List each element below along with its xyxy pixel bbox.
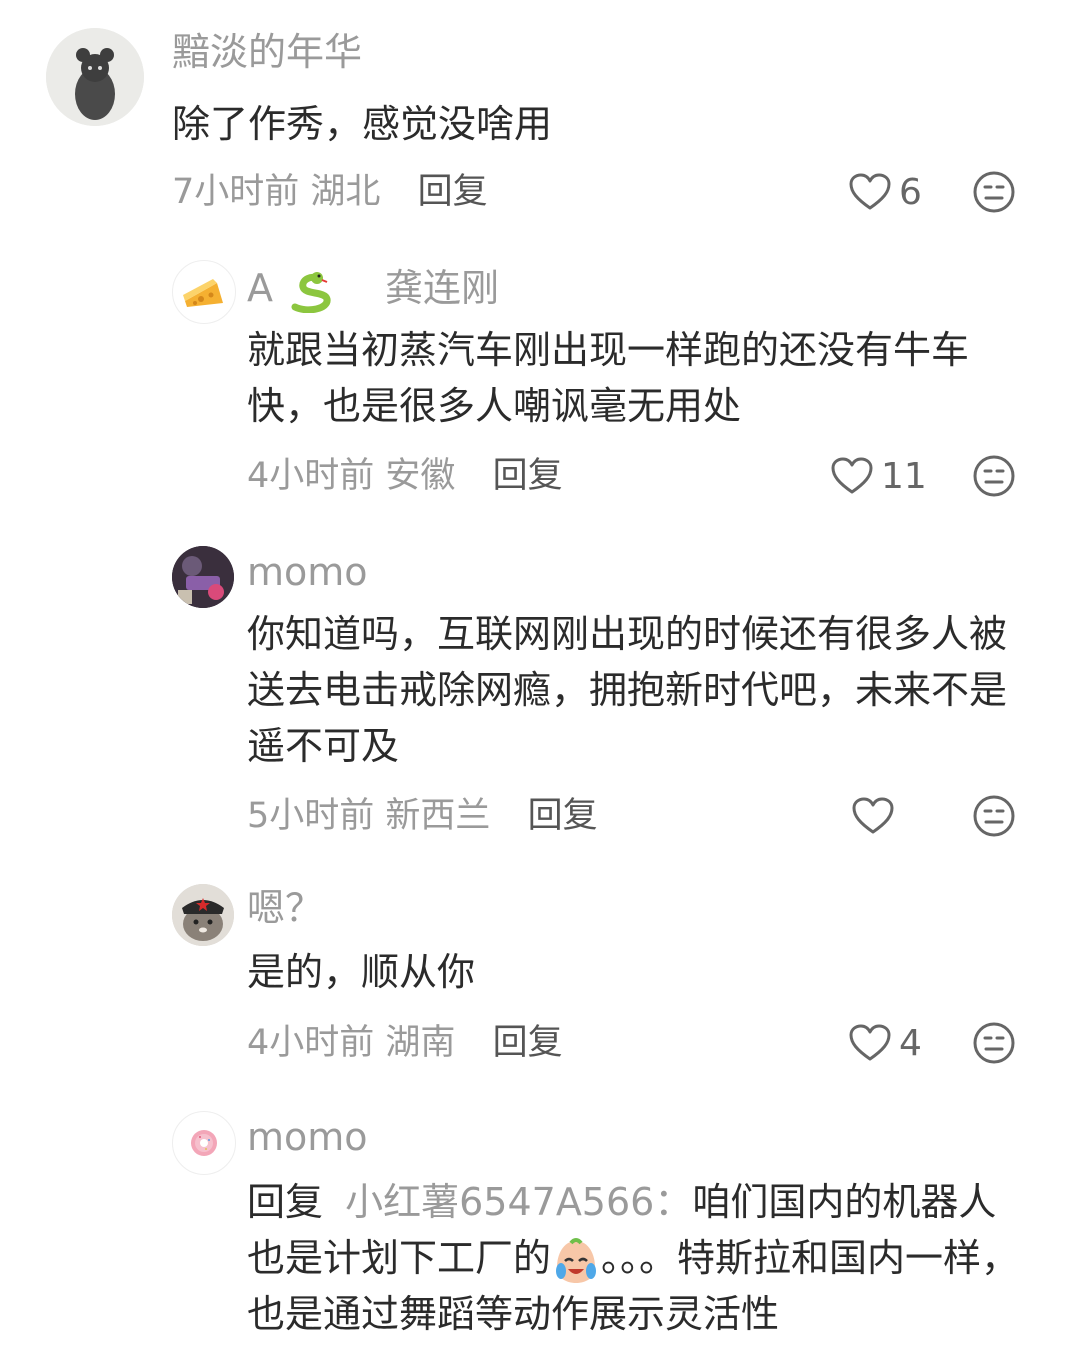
comment-time: 5小时前 bbox=[247, 796, 375, 836]
comment-location: 新西兰 bbox=[385, 796, 491, 836]
comment-location: 湖北 bbox=[310, 172, 381, 212]
comment-location: 湖南 bbox=[385, 1023, 456, 1063]
like-count: 6 bbox=[899, 171, 922, 213]
heart-outline-icon bbox=[849, 173, 891, 210]
reply-button[interactable]: 回复 bbox=[493, 456, 563, 496]
comment-author[interactable]: 嗯？ bbox=[247, 884, 323, 932]
comment-meta: 7小时前 湖北 回复 bbox=[172, 168, 488, 216]
comment-meta: 5小时前 新西兰 回复 bbox=[247, 792, 598, 840]
like-button[interactable]: 4 bbox=[849, 1019, 922, 1067]
heart-outline-icon bbox=[849, 1024, 891, 1061]
comment-text: 回复 小红薯6547A566：咱们国内的机器人也是计划下工厂的 。。。特斯拉和国内… bbox=[247, 1174, 1027, 1342]
reply-button[interactable]: 回复 bbox=[493, 1023, 563, 1063]
reply-button[interactable]: 回复 bbox=[528, 796, 598, 836]
heart-outline-icon bbox=[852, 797, 894, 834]
reply-button[interactable]: 回复 bbox=[418, 172, 488, 212]
neutral-face-icon[interactable] bbox=[972, 794, 1016, 838]
avatar[interactable] bbox=[172, 546, 234, 608]
like-count: 11 bbox=[881, 455, 927, 497]
heart-outline-icon bbox=[831, 457, 873, 494]
reply-prefix: 回复 bbox=[247, 1180, 324, 1224]
photo-avatar-icon bbox=[172, 546, 234, 608]
comment-time: 7小时前 bbox=[172, 172, 300, 212]
neutral-face-icon[interactable] bbox=[972, 1021, 1016, 1065]
neutral-face-icon[interactable] bbox=[972, 170, 1016, 214]
like-button[interactable] bbox=[852, 792, 902, 840]
neutral-face-icon[interactable] bbox=[972, 454, 1016, 498]
comment-text: 你知道吗，互联网刚出现的时候还有很多人被送去电击戒除网瘾，拥抱新时代吧，未来不是… bbox=[247, 612, 1008, 768]
author-name: A bbox=[247, 266, 273, 310]
comment-author[interactable]: 黯淡的年华 bbox=[172, 28, 362, 76]
reply-target[interactable]: 小红薯6547A566： bbox=[345, 1180, 692, 1224]
comment-meta: 4小时前 安徽 回复 bbox=[247, 452, 563, 500]
comment-text: 是的，顺从你 bbox=[247, 950, 476, 994]
crying-laughing-emoji-icon bbox=[556, 1237, 597, 1283]
comment-time: 4小时前 bbox=[247, 456, 375, 496]
comment-meta: 4小时前 湖南 回复 bbox=[247, 1019, 563, 1067]
avatar[interactable] bbox=[172, 884, 234, 946]
avatar[interactable] bbox=[46, 28, 144, 126]
comment-author[interactable]: momo bbox=[247, 1113, 368, 1161]
comment-author[interactable]: momo bbox=[247, 548, 368, 596]
reply-to-author[interactable]: 龚连刚 bbox=[385, 264, 499, 312]
cat-avatar-icon bbox=[172, 884, 234, 946]
snake-emoji-icon bbox=[291, 271, 331, 313]
like-button[interactable]: 6 bbox=[849, 168, 922, 216]
avatar[interactable] bbox=[172, 1111, 236, 1175]
comment-text: 就跟当初蒸汽车刚出现一样跑的还没有牛车快，也是很多人嘲讽毫无用处 bbox=[247, 328, 970, 428]
cheese-avatar-icon bbox=[183, 279, 223, 307]
comment-text: 除了作秀，感觉没啥用 bbox=[172, 102, 553, 146]
comment-time: 4小时前 bbox=[247, 1023, 375, 1063]
comment-location: 安徽 bbox=[385, 456, 456, 496]
like-button[interactable]: 11 bbox=[831, 452, 927, 500]
like-count: 4 bbox=[899, 1022, 922, 1064]
donut-avatar-icon bbox=[191, 1130, 217, 1156]
avatar[interactable] bbox=[172, 260, 236, 324]
mouse-avatar-icon bbox=[46, 28, 144, 126]
comment-author[interactable]: A bbox=[247, 264, 335, 313]
